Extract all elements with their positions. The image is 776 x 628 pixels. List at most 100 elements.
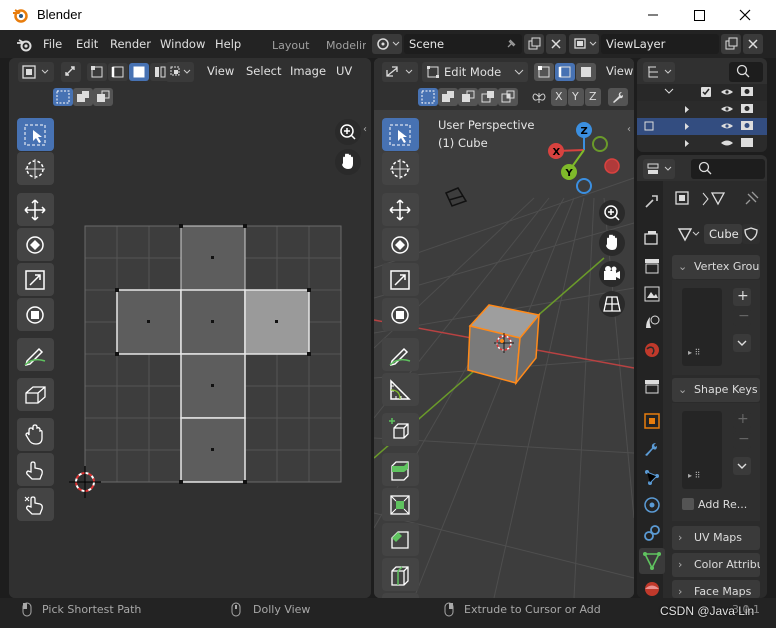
panel-uv-maps-header[interactable]: › UV Maps bbox=[672, 526, 760, 550]
vertex-group-specials-button[interactable] bbox=[733, 334, 751, 352]
mode-dropdown[interactable]: Edit Mode bbox=[422, 62, 528, 82]
viewlayer-browse-button[interactable] bbox=[569, 34, 599, 54]
edge-select-button[interactable] bbox=[108, 63, 128, 81]
vp-tool-measure[interactable] bbox=[382, 373, 419, 406]
outliner-editor-type-button[interactable] bbox=[643, 62, 675, 82]
view-layer-tab-icon[interactable] bbox=[641, 283, 663, 305]
menu-help[interactable]: Help bbox=[215, 37, 241, 51]
tool-tab-icon[interactable] bbox=[641, 190, 663, 212]
navigation-gizmo[interactable]: Z X Y bbox=[546, 120, 626, 200]
tool-relax[interactable] bbox=[17, 453, 54, 486]
tool-move[interactable] bbox=[17, 193, 54, 226]
scene-browse-button[interactable] bbox=[372, 34, 402, 54]
vp-camera-view-button[interactable] bbox=[599, 261, 625, 287]
tool-scale[interactable] bbox=[17, 263, 54, 296]
shape-keys-list[interactable]: ▸ ⠿ bbox=[682, 411, 722, 489]
uv-canvas[interactable] bbox=[9, 110, 371, 598]
vp-tool-add-cube[interactable] bbox=[382, 413, 419, 446]
panel-shape-keys-header[interactable]: ⌄ Shape Keys bbox=[672, 378, 760, 402]
vp-tool-extrude[interactable] bbox=[382, 453, 419, 486]
tool-rotate[interactable] bbox=[17, 228, 54, 261]
editor-type-button[interactable] bbox=[18, 62, 54, 82]
vp-pan-button[interactable] bbox=[599, 230, 625, 256]
select-mode-set-button[interactable] bbox=[53, 88, 73, 106]
properties-search-field[interactable] bbox=[691, 159, 765, 179]
list-resize-handle-icon[interactable]: ▸ ⠿ bbox=[688, 471, 700, 480]
shape-key-add-button[interactable]: + bbox=[733, 411, 751, 429]
collection-tab-icon[interactable] bbox=[641, 375, 663, 397]
workspace-tab-layout[interactable]: Layout bbox=[272, 39, 309, 52]
vp-tool-cursor[interactable] bbox=[382, 152, 419, 185]
modifier-wrench-tab-icon[interactable] bbox=[641, 438, 663, 460]
outliner-tree[interactable] bbox=[637, 84, 767, 152]
fake-user-button[interactable] bbox=[742, 224, 760, 244]
select-mode-extend-button[interactable] bbox=[73, 88, 93, 106]
menu-file[interactable]: File bbox=[43, 37, 62, 51]
world-tab-icon[interactable] bbox=[641, 339, 663, 361]
constraints-tab-icon[interactable] bbox=[641, 522, 663, 544]
properties-editor-type-button[interactable] bbox=[643, 159, 675, 179]
particles-tab-icon[interactable] bbox=[641, 466, 663, 488]
workspace-tab-modeling[interactable]: Modelin bbox=[326, 39, 366, 52]
tool-transform[interactable] bbox=[17, 298, 54, 331]
physics-tab-icon[interactable] bbox=[641, 494, 663, 516]
delete-scene-button[interactable] bbox=[546, 34, 566, 54]
delete-viewlayer-button[interactable] bbox=[743, 34, 763, 54]
tool-pinch[interactable] bbox=[17, 488, 54, 521]
tool-select-box[interactable] bbox=[17, 118, 54, 151]
new-scene-button[interactable] bbox=[524, 34, 544, 54]
shape-key-specials-button[interactable] bbox=[733, 457, 751, 475]
vp-select-subtract-button[interactable] bbox=[458, 88, 478, 106]
vp-ortho-toggle-button[interactable] bbox=[599, 291, 625, 317]
list-resize-handle-icon[interactable]: ▸ ⠿ bbox=[688, 348, 700, 357]
vertex-group-add-button[interactable]: + bbox=[733, 288, 751, 306]
menu-render[interactable]: Render bbox=[110, 37, 151, 51]
vp-select-invert-button[interactable] bbox=[478, 88, 498, 106]
material-tab-icon[interactable] bbox=[641, 578, 663, 600]
tool-annotate[interactable] bbox=[17, 338, 54, 371]
viewlayer-name-field[interactable]: ViewLayer bbox=[601, 34, 719, 54]
new-viewlayer-button[interactable] bbox=[721, 34, 741, 54]
viewport-editor-type-button[interactable] bbox=[382, 62, 418, 82]
vp-tool-select-box[interactable] bbox=[382, 118, 419, 151]
uv-menu-uv[interactable]: UV bbox=[336, 64, 352, 78]
blender-menu-icon[interactable] bbox=[16, 38, 34, 52]
shape-key-remove-button[interactable]: − bbox=[733, 431, 751, 449]
mirror-butterfly-icon[interactable] bbox=[530, 89, 548, 107]
maximize-button[interactable] bbox=[676, 0, 722, 30]
select-mode-subtract-button[interactable] bbox=[93, 88, 113, 106]
vp-vertex-select-button[interactable] bbox=[534, 63, 554, 81]
panel-face-maps-header[interactable]: › Face Maps bbox=[672, 580, 760, 598]
vp-sidebar-toggle-icon[interactable]: ‹ bbox=[627, 124, 631, 135]
vertex-select-button[interactable] bbox=[87, 63, 107, 81]
tool-cursor[interactable] bbox=[17, 152, 54, 185]
outliner-search-field[interactable] bbox=[729, 62, 763, 82]
vertex-group-remove-button[interactable]: − bbox=[733, 308, 751, 326]
mirror-x-toggle[interactable]: X bbox=[551, 88, 567, 106]
uv-sync-selection-button[interactable] bbox=[61, 62, 81, 82]
face-select-button[interactable] bbox=[129, 63, 149, 81]
uv-menu-select[interactable]: Select bbox=[246, 64, 281, 78]
vp-select-set-button[interactable] bbox=[418, 88, 438, 106]
sticky-selection-button[interactable] bbox=[166, 62, 194, 82]
vp-face-select-button[interactable] bbox=[576, 63, 596, 81]
object-tab-icon[interactable] bbox=[641, 410, 663, 432]
panel-vertex-groups-header[interactable]: ⌄ Vertex Grou bbox=[672, 255, 760, 279]
output-tab-icon[interactable] bbox=[641, 255, 663, 277]
mirror-y-toggle[interactable]: Y bbox=[568, 88, 584, 106]
mesh-name-field[interactable]: Cube bbox=[704, 224, 742, 244]
vp-select-intersect-button[interactable] bbox=[498, 88, 518, 106]
mesh-options-button[interactable] bbox=[608, 88, 628, 106]
vp-tool-bevel[interactable] bbox=[382, 523, 419, 556]
vp-edge-select-button[interactable] bbox=[555, 63, 575, 81]
tool-rip-region[interactable] bbox=[17, 378, 54, 411]
scene-name-field[interactable]: Scene bbox=[404, 34, 522, 54]
uv-menu-image[interactable]: Image bbox=[290, 64, 326, 78]
vp-tool-rotate[interactable] bbox=[382, 228, 419, 261]
viewport-menu-view[interactable]: View bbox=[606, 64, 633, 78]
vertex-groups-list[interactable]: ▸ ⠿ bbox=[682, 288, 722, 366]
vp-tool-transform[interactable] bbox=[382, 298, 419, 331]
sidebar-toggle-icon[interactable]: ‹ bbox=[363, 124, 367, 135]
vp-tool-loop-cut[interactable] bbox=[382, 558, 419, 591]
relative-checkbox[interactable] bbox=[682, 498, 694, 510]
